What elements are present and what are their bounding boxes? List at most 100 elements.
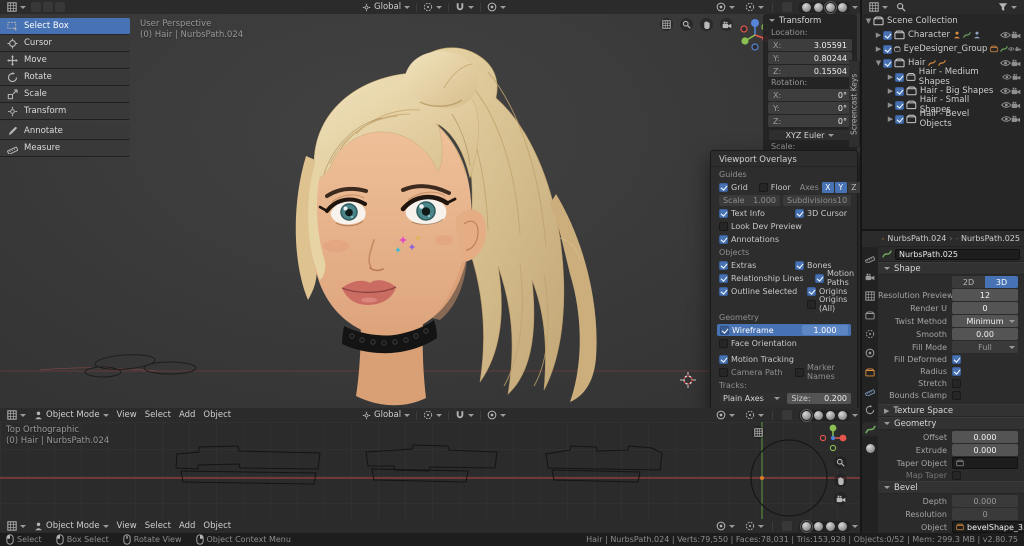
eye-icon[interactable]	[1000, 59, 1011, 67]
shading-mode-switch[interactable]	[799, 521, 850, 532]
transform-orientation-dropdown[interactable]: Global	[358, 410, 414, 420]
datablock-name-field[interactable]: NurbsPath.025	[895, 249, 1020, 260]
breadcrumb-data[interactable]: NurbsPath.025	[961, 234, 1020, 243]
location-z-field[interactable]: Z:0.15504	[768, 65, 852, 77]
axis-z-button[interactable]: Z	[848, 182, 860, 193]
tab-scene[interactable]	[862, 327, 878, 341]
overlays-toggle[interactable]	[741, 521, 768, 531]
menu-add[interactable]: Add	[175, 410, 199, 420]
rendered-shading-icon[interactable]	[838, 522, 847, 531]
collection-checkbox[interactable]	[883, 45, 892, 54]
menu-add[interactable]: Add	[175, 521, 199, 531]
snap-toggle[interactable]	[451, 410, 478, 420]
editor-type-button[interactable]	[3, 2, 30, 12]
outline-selected-checkbox[interactable]	[719, 287, 728, 296]
eye-icon[interactable]	[1001, 115, 1012, 123]
stretch-checkbox[interactable]	[952, 379, 961, 388]
shape-panel-header[interactable]: Shape	[878, 262, 1024, 275]
tab-object-data[interactable]	[862, 422, 878, 436]
wireframe-shading-icon[interactable]	[802, 411, 811, 420]
camera-icon[interactable]	[1011, 115, 1021, 123]
extras-checkbox[interactable]	[719, 261, 728, 270]
tool-transform[interactable]: Transform	[0, 103, 130, 120]
wireframe-shading-icon[interactable]	[802, 522, 811, 531]
curve-2d-button[interactable]: 2D	[952, 276, 985, 288]
texture-space-panel-header[interactable]: ▶Texture Space	[878, 404, 1024, 417]
mode-dropdown[interactable]: Object Mode	[30, 521, 113, 531]
render-u-field[interactable]: 0	[952, 302, 1018, 314]
outliner-search-button[interactable]	[892, 2, 910, 12]
camera-view-button[interactable]	[834, 492, 847, 505]
navigation-gizmo[interactable]	[820, 424, 848, 452]
breadcrumb-object[interactable]: NurbsPath.024	[887, 234, 946, 243]
grid-subdivisions-field[interactable]: Subdivisions10	[783, 195, 851, 206]
pan-button[interactable]	[700, 18, 713, 31]
origins-all-checkbox[interactable]	[807, 300, 816, 309]
material-shading-icon[interactable]	[826, 411, 835, 420]
camera-icon[interactable]	[1011, 87, 1021, 95]
collection-checkbox[interactable]	[895, 115, 904, 124]
outliner-row-scene-collection[interactable]: ▼ Scene Collection	[862, 14, 1024, 28]
transform-panel-header[interactable]: Transform	[763, 14, 857, 27]
location-x-field[interactable]: X:3.05591	[768, 39, 852, 51]
twist-smooth-field[interactable]: 0.00	[952, 328, 1018, 340]
tab-material[interactable]	[862, 441, 878, 455]
rendered-shading-icon[interactable]	[838, 3, 847, 12]
wireframe-row[interactable]: Wireframe 1.000	[717, 324, 851, 336]
bones-checkbox[interactable]	[795, 261, 804, 270]
mode-dropdown[interactable]: Object Mode	[30, 410, 113, 420]
bevel-panel-header[interactable]: Bevel	[878, 481, 1024, 494]
floor-checkbox[interactable]	[759, 183, 768, 192]
material-shading-icon[interactable]	[826, 3, 835, 12]
tool-move[interactable]: Move	[0, 52, 130, 69]
collection-checkbox[interactable]	[895, 101, 904, 110]
camera-icon[interactable]	[1012, 73, 1021, 81]
grid-checkbox[interactable]	[719, 183, 728, 192]
rotation-mode-dropdown[interactable]: XYZ Euler	[768, 129, 852, 141]
marker-names-checkbox[interactable]	[795, 368, 804, 377]
tab-object[interactable]	[862, 365, 878, 379]
mode-icon-2[interactable]	[43, 2, 53, 12]
motion-tracking-checkbox[interactable]	[719, 355, 728, 364]
wireframe-checkbox[interactable]	[720, 326, 729, 335]
toggle-perspective-button[interactable]	[660, 18, 673, 31]
eye-icon[interactable]	[1008, 45, 1015, 53]
collection-checkbox[interactable]	[895, 73, 904, 82]
camera-icon[interactable]	[1011, 31, 1021, 39]
outliner-row-character[interactable]: ▶ Character	[862, 28, 1024, 42]
twist-method-dropdown[interactable]: Minimum	[952, 315, 1018, 327]
disclosure-icon[interactable]: ▶	[886, 73, 895, 81]
tool-cursor[interactable]: Cursor	[0, 35, 130, 52]
menu-select[interactable]: Select	[141, 521, 175, 531]
tool-measure[interactable]: Measure	[0, 140, 130, 157]
outliner-row-eyedesigner-group[interactable]: ▶ EyeDesigner_Group	[862, 42, 1024, 56]
tab-render[interactable]	[862, 270, 878, 284]
solid-shading-icon[interactable]	[814, 522, 823, 531]
mode-icon[interactable]	[31, 2, 41, 12]
gizmo-toggle[interactable]	[712, 521, 739, 531]
axis-y-button[interactable]: Y	[835, 182, 847, 193]
axis-x-button[interactable]: X	[822, 182, 834, 193]
sidebar-tab-screencast-keys[interactable]: Screencast Keys	[849, 60, 860, 148]
motion-paths-checkbox[interactable]	[815, 274, 824, 283]
tracks-size-field[interactable]: Size:0.200	[787, 393, 851, 404]
shading-mode-switch[interactable]	[799, 410, 850, 421]
xray-toggle[interactable]	[777, 410, 797, 420]
tab-view-layer[interactable]	[862, 308, 878, 322]
zoom-button[interactable]	[680, 18, 693, 31]
main-3d-viewport[interactable]: User Perspective (0) Hair | NurbsPath.02…	[0, 14, 860, 408]
menu-object[interactable]: Object	[199, 410, 235, 420]
eye-icon[interactable]	[1000, 87, 1011, 95]
tool-rotate[interactable]: Rotate	[0, 69, 130, 86]
outliner-row-hair-bevel[interactable]: ▶ Hair - Bevel Objects	[862, 112, 1024, 126]
xray-toggle[interactable]	[777, 521, 797, 531]
eye-icon[interactable]	[1002, 73, 1012, 81]
zoom-button[interactable]	[834, 456, 847, 469]
disclosure-icon[interactable]: ▶	[874, 45, 883, 53]
pivot-point-dropdown[interactable]	[419, 410, 446, 420]
bottom-3d-viewport[interactable]: Top Orthographic (0) Hair | NurbsPath.02…	[0, 422, 860, 519]
bevel-object-field[interactable]: bevelShape_3.001×	[952, 521, 1024, 533]
toggle-perspective-button[interactable]	[752, 426, 765, 439]
pan-button[interactable]	[834, 474, 847, 487]
wireframe-threshold-slider[interactable]: 1.000	[802, 325, 848, 335]
